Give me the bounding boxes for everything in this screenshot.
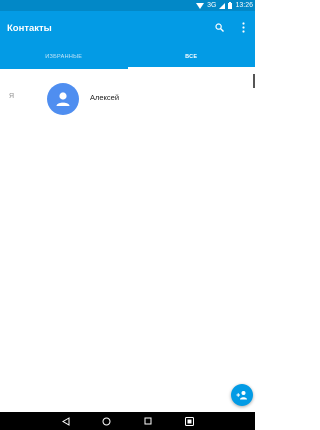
navigation-bar: [0, 412, 255, 430]
tab-all-label: ВСЕ: [185, 54, 198, 60]
recents-icon[interactable]: [142, 415, 154, 427]
battery-icon: [228, 2, 233, 9]
list-item[interactable]: Я Алексей: [0, 69, 255, 123]
network-type: 3G: [207, 2, 217, 9]
tab-favorites[interactable]: ИЗБРАННЫЕ: [0, 45, 128, 69]
wifi-icon: [196, 2, 205, 9]
tab-all[interactable]: ВСЕ: [127, 45, 255, 69]
scrollbar-thumb[interactable]: [253, 74, 255, 88]
add-contact-icon: [236, 391, 247, 400]
back-icon[interactable]: [60, 415, 72, 427]
contact-list: Я Алексей: [0, 69, 255, 123]
tab-favorites-label: ИЗБРАННЫЕ: [45, 54, 83, 60]
signal-icon: [219, 2, 226, 9]
tab-bar: ИЗБРАННЫЕ ВСЕ: [0, 45, 255, 69]
avatar[interactable]: [47, 83, 79, 115]
more-vert-icon[interactable]: [237, 20, 249, 34]
page-title: Контакты: [7, 23, 52, 34]
screenshot-icon[interactable]: [183, 415, 195, 427]
status-time: 13:26: [235, 2, 253, 9]
app-bar: Контакты ИЗБРАННЫЕ ВСЕ: [0, 11, 255, 69]
contact-name: Алексей: [90, 93, 120, 102]
app-bar-actions: [213, 20, 249, 34]
section-letter: Я: [9, 93, 15, 100]
add-contact-button[interactable]: [231, 384, 253, 406]
person-icon: [56, 92, 70, 106]
home-icon[interactable]: [101, 415, 113, 427]
search-icon[interactable]: [213, 20, 225, 34]
status-bar: 3G 13:26: [0, 0, 255, 11]
